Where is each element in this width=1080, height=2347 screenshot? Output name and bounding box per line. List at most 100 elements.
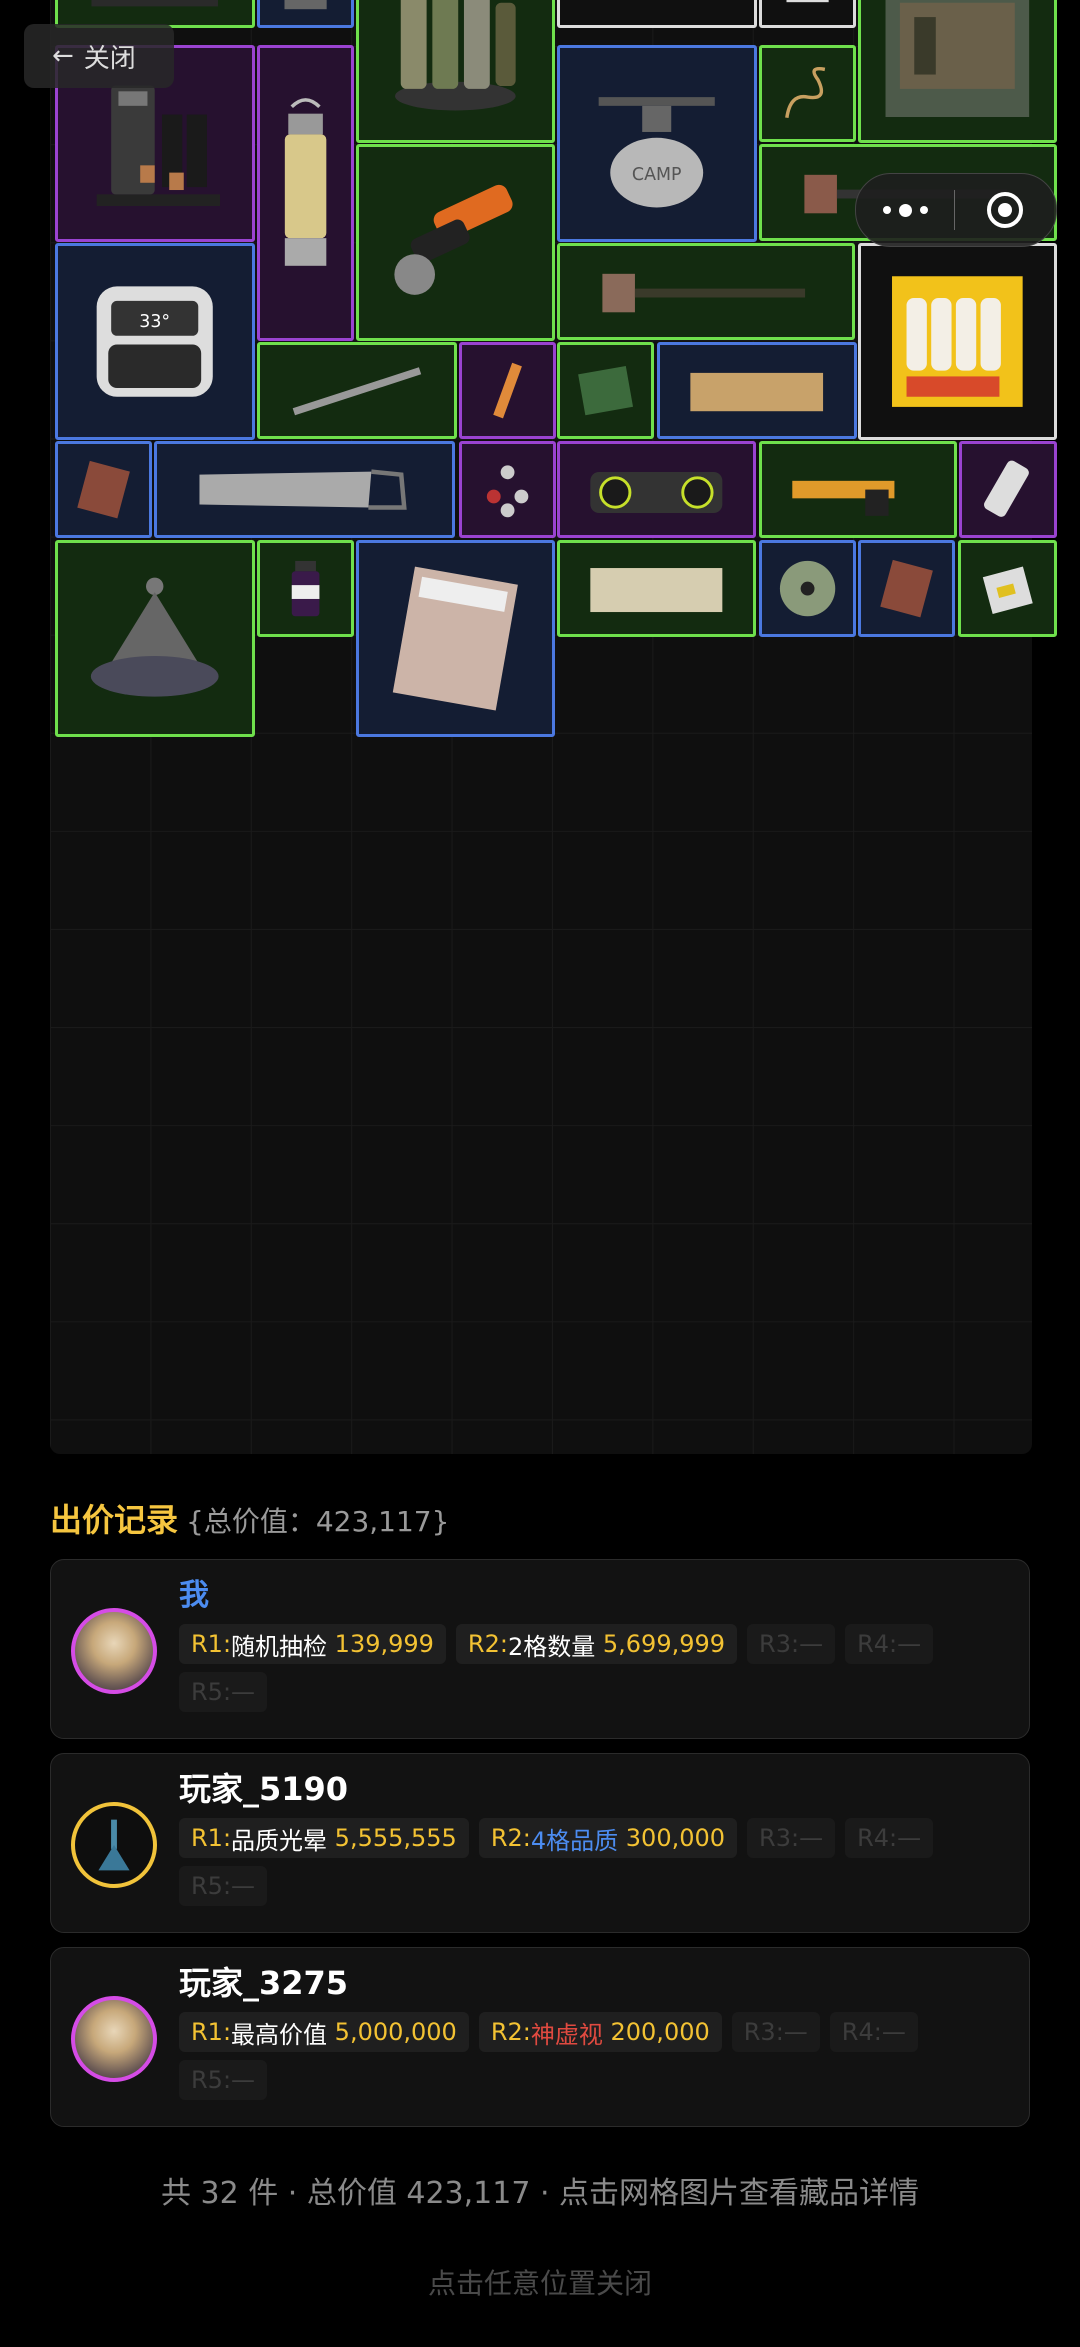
item-card[interactable] [759, 0, 856, 28]
close-button-label: 关闭 [83, 43, 136, 74]
item-heater[interactable]: 33° [55, 243, 255, 440]
mini-program-capsule [855, 173, 1057, 247]
round-chip-r3: R3:— [731, 2012, 820, 2052]
item-spray-can[interactable] [959, 441, 1057, 538]
item-lantern[interactable] [257, 45, 354, 341]
summary-footer: 共 32 件 · 总价值 423,117 · 点击网格图片查看藏品详情 [160, 2176, 920, 2211]
round-chip-r5: R5:— [179, 1866, 268, 1906]
pouch-image [77, 460, 130, 519]
syringe-image [493, 362, 522, 419]
card-image [786, 0, 829, 3]
close-button[interactable]: ← 关闭 [24, 24, 174, 88]
item-speaker[interactable] [557, 441, 756, 538]
vase-avatar-icon [98, 1819, 130, 1871]
saw-image [199, 469, 408, 510]
exit-icon[interactable] [955, 192, 1055, 228]
coffee-machine-image [96, 85, 221, 206]
bid-card-me: 我 R1: 随机抽检 139,999 R2: 2格数量 5,699,999 R3:—… [50, 1559, 1030, 1739]
round-chip-r2: R2: 4格品质 300,000 [478, 1818, 738, 1858]
battery-image [982, 566, 1033, 614]
round-chip-r5: R5:— [179, 2060, 268, 2100]
keyboard-image [91, 0, 219, 7]
player-name: 玩家_5190 [179, 1770, 349, 1808]
bid-rounds: R1: 最高价值 5,000,000 R2: 神虚视 200,000 R3:— R4… [179, 2012, 1009, 2100]
item-cd[interactable] [759, 540, 856, 637]
item-old-map[interactable] [557, 540, 756, 637]
item-red-pouch-2[interactable] [858, 540, 955, 637]
item-rod[interactable] [257, 342, 457, 439]
svg-text:CAMP: CAMP [632, 165, 682, 185]
cardboard-image [690, 372, 824, 412]
filter-image [284, 0, 327, 10]
bid-card-player-3275: 玩家_3275 R1: 最高价值 5,000,000 R2: 神虚视 200,000… [50, 1947, 1030, 2127]
round-chip-r4: R4:— [845, 1624, 934, 1664]
item-wire[interactable] [759, 45, 856, 142]
angle-grinder-image [394, 184, 513, 295]
bid-rounds: R1: 随机抽检 139,999 R2: 2格数量 5,699,999 R3:— R… [179, 1624, 1009, 1712]
item-syringe[interactable] [459, 342, 556, 439]
map-image [590, 567, 723, 612]
bid-rounds: R1: 品质光晕 5,555,555 R2: 4格品质 300,000 R3:— R… [179, 1818, 1009, 1906]
spray-can-image [984, 460, 1029, 517]
item-spice-rack[interactable] [356, 0, 555, 143]
item-angle-grinder[interactable] [356, 144, 555, 341]
candle-box-image [892, 276, 1023, 407]
round-chip-r2: R2: 神虚视 200,000 [478, 2012, 722, 2052]
item-cardboard[interactable] [657, 342, 857, 439]
round-chip-r4: R4:— [829, 2012, 918, 2052]
round-chip-r5: R5:— [179, 1672, 268, 1712]
item-hammer-2[interactable] [557, 243, 855, 340]
speaker-image [590, 471, 723, 513]
bid-records-header: 出价记录 {总价值：423,117} [50, 1495, 449, 1541]
round-chip-r4: R4:— [845, 1818, 934, 1858]
round-chip-r3: R3:— [747, 1818, 836, 1858]
circuit-board-image [578, 365, 633, 416]
spice-rack-image [395, 0, 516, 111]
bid-total-value: {总价值：423,117} [186, 1505, 450, 1538]
avatar [71, 1996, 157, 2082]
item-vial[interactable] [257, 540, 354, 637]
item-top-bin[interactable] [557, 0, 757, 28]
item-battery[interactable] [958, 540, 1057, 637]
hammer-image [602, 273, 806, 313]
magazine-image [392, 566, 519, 711]
player-name: 我 [179, 1578, 209, 1613]
round-chip-r3: R3:— [747, 1624, 836, 1664]
item-candle-box[interactable] [858, 243, 1057, 440]
power-tool-image [792, 480, 895, 516]
poster-image [885, 0, 1030, 118]
player-name: 玩家_3275 [179, 1964, 349, 2002]
bid-card-player-5190: 玩家_5190 R1: 品质光晕 5,555,555 R2: 4格品质 300,00… [50, 1753, 1030, 1933]
item-camp-stove[interactable]: CAMP [557, 45, 757, 242]
item-circuit-board[interactable] [557, 342, 654, 439]
item-filter[interactable] [257, 0, 354, 28]
lantern-image [284, 97, 327, 266]
item-tagine[interactable] [55, 540, 255, 737]
back-arrow-icon: ← [52, 41, 74, 71]
svg-text:33°: 33° [140, 312, 171, 332]
item-earring[interactable] [459, 441, 556, 538]
close-hint[interactable]: 点击任意位置关闭 [0, 2262, 1080, 2302]
item-saw[interactable] [154, 441, 455, 538]
item-power-tool[interactable] [759, 441, 957, 538]
round-chip-r2: R2: 2格数量 5,699,999 [455, 1624, 738, 1664]
tagine-image [91, 577, 219, 697]
item-magazine[interactable] [356, 540, 555, 737]
item-red-pouch[interactable] [55, 441, 152, 538]
bid-records-title: 出价记录 [50, 1501, 179, 1539]
round-chip-r1: R1: 随机抽检 139,999 [179, 1624, 446, 1664]
avatar [71, 1802, 157, 1888]
wire-image [785, 66, 826, 118]
rod-image [292, 367, 422, 416]
round-chip-r1: R1: 最高价值 5,000,000 [179, 2012, 469, 2052]
heater-image: 33° [96, 286, 214, 397]
item-poster-box[interactable] [858, 0, 1057, 143]
earring-image [486, 465, 529, 518]
vial-image [291, 560, 320, 617]
cd-image [779, 560, 836, 617]
camp-stove-image: CAMP [598, 97, 716, 208]
pouch-image [880, 559, 933, 618]
avatar [71, 1608, 157, 1694]
more-icon[interactable] [856, 203, 954, 217]
round-chip-r1: R1: 品质光晕 5,555,555 [179, 1818, 469, 1858]
